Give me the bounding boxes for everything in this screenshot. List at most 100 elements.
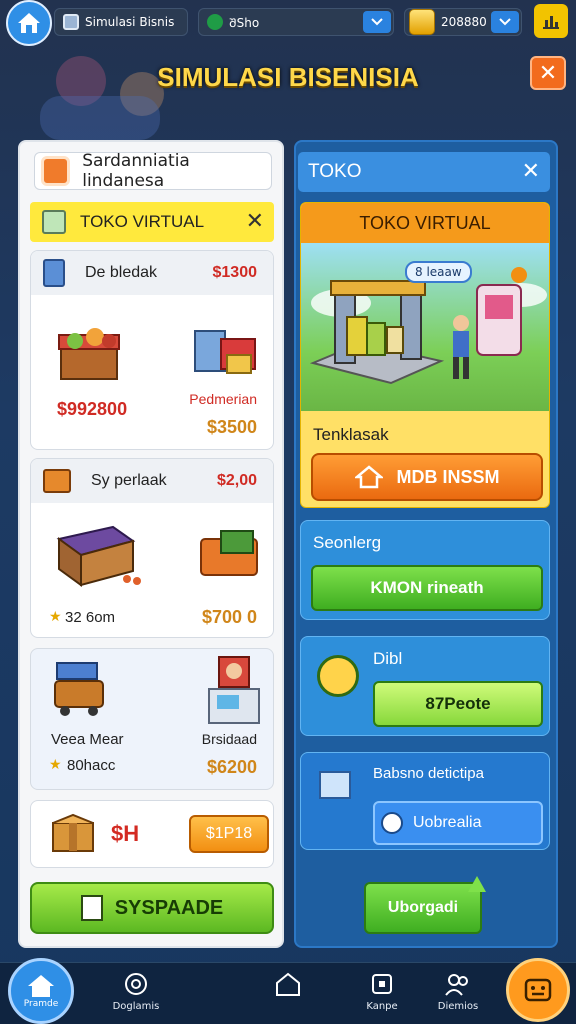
main-action-button[interactable]: SYSPAADE — [30, 882, 274, 934]
crate-icon — [319, 771, 351, 799]
target-icon — [125, 973, 147, 995]
panel-header: Sardanniatia lindanesa — [34, 151, 272, 191]
card-left-stat: 80hacc — [67, 757, 116, 774]
store-icon — [63, 14, 79, 30]
star-icon: ★ — [49, 609, 62, 625]
buy-button[interactable]: $1P18 — [189, 815, 269, 853]
card-left-name: Veea Mear — [51, 731, 124, 748]
business-icon — [41, 156, 71, 186]
house-icon — [354, 465, 383, 489]
card-header: Sy perlaak $2,00 — [31, 459, 273, 503]
sub-item-price: $3500 — [206, 417, 257, 437]
item-card[interactable]: Sy perlaak $2,00 ★ 32 6om $700 0 — [30, 458, 274, 638]
card-header: De bledak $1300 — [31, 251, 273, 295]
market-stall-icon — [58, 328, 120, 380]
home-outline-icon — [276, 972, 300, 996]
shop-card[interactable]: TOKO VIRTUAL 8 leaaw Tenklasak MDB INSSM — [300, 202, 550, 508]
right-card-button-label: Uobrealia — [413, 814, 482, 831]
currency-pill[interactable]: ᲨSho — [198, 8, 394, 36]
right-card[interactable]: Babsno detictipa Uobrealia — [300, 752, 550, 850]
shop-tag: 8 leaaw — [405, 261, 472, 283]
shop-subtitle: Tenklasak — [313, 425, 389, 444]
close-icon[interactable]: ✕ — [522, 158, 540, 184]
business-pill[interactable]: Simulasi Bisnis — [54, 8, 188, 36]
right-card-button[interactable]: KMON rineath — [311, 565, 543, 611]
nav-label: Kanpe — [366, 1001, 398, 1012]
document-icon — [80, 895, 103, 921]
right-panel-header: TOKO ✕ — [298, 152, 550, 192]
right-card-button[interactable]: Uobrealia — [373, 801, 543, 845]
main-action-label: SYSPAADE — [114, 896, 224, 919]
nav-item-kanpe[interactable]: Kanpe — [342, 971, 422, 1012]
coins-pill[interactable]: 208880 — [404, 8, 522, 36]
chevron-down-icon[interactable] — [363, 11, 391, 33]
upgrade-label: Uborgadi — [387, 899, 459, 916]
package-icon — [52, 813, 94, 852]
goods-crate-icon — [56, 525, 141, 587]
chevron-down-icon[interactable] — [491, 11, 519, 33]
background-figure — [40, 96, 160, 140]
close-button[interactable]: ✕ — [530, 56, 566, 90]
right-card-button[interactable]: 87Peote — [373, 681, 543, 727]
shop-action-button[interactable]: MDB INSSM — [311, 453, 543, 501]
right-card-button-label: 87Peote — [425, 694, 491, 713]
home-icon[interactable] — [6, 0, 52, 46]
shop-title: TOKO VIRTUAL — [301, 203, 549, 243]
cashier-icon — [208, 656, 260, 724]
clock-icon — [381, 812, 403, 834]
upgrade-button[interactable]: Uborgadi — [364, 882, 482, 934]
page-title: SIMULASI BISENISIA — [157, 62, 419, 92]
sale-badge: $H — [111, 821, 140, 846]
upgrade-arrow-icon — [468, 876, 486, 892]
right-card-label: Babsno detictipa — [373, 765, 484, 782]
right-card[interactable]: Seonlerg KMON rineath — [300, 520, 550, 620]
top-bar: Simulasi Bisnis ᲨSho 208880 — [0, 0, 576, 46]
right-card-label: Dibl — [373, 649, 403, 668]
coins-value: 208880 — [441, 15, 487, 29]
right-panel: TOKO ✕ TOKO VIRTUAL 8 leaaw Tenklasak MD… — [294, 140, 558, 948]
people-icon — [445, 974, 468, 996]
item-card[interactable]: Veea Mear ★ 80hacc Brsidaad $6200 — [30, 648, 274, 790]
card-name: De bledak — [85, 264, 158, 281]
stats-button[interactable] — [534, 4, 568, 38]
market-cart-icon — [54, 662, 104, 716]
item-card[interactable]: $H $1P18 — [30, 800, 274, 868]
shop-action-label: MDB INSSM — [396, 466, 500, 487]
nav-home-button[interactable]: Pramde — [8, 958, 74, 1024]
right-card[interactable]: Dibl 87Peote — [300, 636, 550, 736]
cart-icon — [200, 530, 258, 576]
nav-label: Doglamis — [112, 1001, 160, 1012]
vending-icon — [43, 259, 65, 287]
face-icon — [524, 978, 552, 1002]
profile-button[interactable] — [506, 958, 570, 1022]
card-item-price: $700 0 — [201, 607, 257, 627]
card-right-name: Brsidaad — [201, 731, 257, 747]
shop-icon — [372, 974, 392, 994]
card-name: Sy perlaak — [91, 472, 167, 489]
panel-header-label: Sardanniatia lindanesa — [82, 151, 190, 191]
box-icon — [42, 210, 66, 234]
bottom-nav: Doglamis Kanpe Diemios — [0, 962, 576, 1024]
currency-pill-label: ᲨSho — [229, 15, 260, 30]
nav-item-doglamis[interactable]: Doglamis — [96, 971, 176, 1012]
item-price: $992800 — [57, 399, 128, 419]
toko-virtual-bar[interactable]: TOKO VIRTUAL ✕ — [30, 202, 274, 242]
item-card[interactable]: De bledak $1300 $992800 Pedmerian $3500 — [30, 250, 274, 450]
toko-bar-label: TOKO VIRTUAL — [80, 212, 205, 231]
coin-stack-icon — [409, 9, 435, 35]
nav-item-home-outline[interactable] — [248, 971, 328, 1001]
nav-label: Diemios — [437, 1001, 479, 1012]
card-price: $2,00 — [216, 472, 257, 489]
crate-icon — [43, 469, 71, 493]
card-right-price: $6200 — [206, 757, 257, 777]
nav-home-label: Pramde — [23, 999, 59, 1009]
nav-item-diemios[interactable]: Diemios — [418, 971, 498, 1012]
star-icon: ★ — [49, 757, 62, 773]
shop-scene: 8 leaaw — [301, 243, 549, 411]
card-stat: 32 6om — [65, 609, 116, 626]
card-price: $1300 — [212, 264, 258, 281]
right-panel-title: TOKO — [308, 161, 362, 182]
cash-icon — [207, 14, 223, 30]
business-pill-label: Simulasi Bisnis — [85, 15, 175, 29]
close-icon[interactable]: ✕ — [246, 208, 264, 234]
